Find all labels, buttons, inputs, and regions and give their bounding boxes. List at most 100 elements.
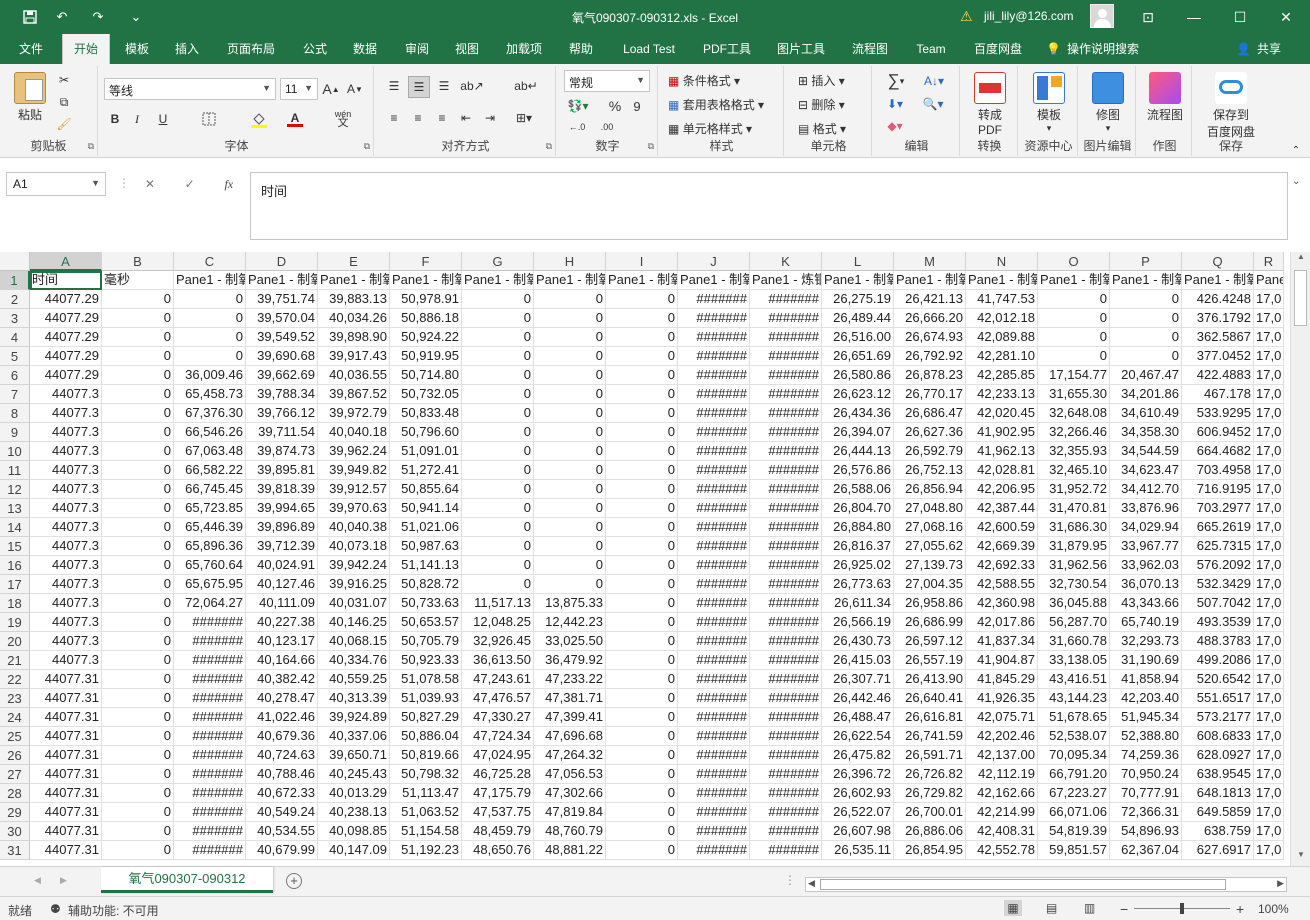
data-cell[interactable]: 0	[462, 385, 534, 404]
data-cell[interactable]: 42,552.78	[966, 841, 1038, 860]
data-cell[interactable]: 48,760.79	[534, 822, 606, 841]
data-cell[interactable]: 0	[102, 556, 174, 575]
data-cell[interactable]: 0	[462, 423, 534, 442]
data-cell[interactable]: 17,0	[1254, 537, 1284, 556]
data-cell[interactable]: 499.2086	[1182, 651, 1254, 670]
data-cell[interactable]: 34,029.94	[1110, 518, 1182, 537]
data-cell[interactable]: 44077.3	[30, 594, 102, 613]
data-cell[interactable]: 26,275.19	[822, 290, 894, 309]
column-header-q[interactable]: Q	[1182, 252, 1254, 271]
spreadsheet-grid[interactable]: A B C D E F G H I J K L M N O P Q R 1 时间 毫秒 Pane1 - 制氧 Pane1 -…	[0, 252, 1290, 866]
data-cell[interactable]: 40,013.29	[318, 784, 390, 803]
data-cell[interactable]: 44077.3	[30, 404, 102, 423]
find-select-icon[interactable]: 🔍▾	[918, 94, 948, 114]
data-cell[interactable]: 13,875.33	[534, 594, 606, 613]
data-cell[interactable]: 39,690.68	[246, 347, 318, 366]
data-cell[interactable]: 40,679.99	[246, 841, 318, 860]
increase-decimal-button[interactable]: ←.0	[564, 118, 590, 136]
data-cell[interactable]: 70,095.34	[1038, 746, 1110, 765]
data-cell[interactable]: 33,876.96	[1110, 499, 1182, 518]
accounting-format-icon[interactable]: 💱▾	[564, 96, 592, 116]
data-cell[interactable]: 41,962.13	[966, 442, 1038, 461]
data-cell[interactable]: 39,751.74	[246, 290, 318, 309]
data-cell[interactable]: 42,588.55	[966, 575, 1038, 594]
data-cell[interactable]: 47,476.57	[462, 689, 534, 708]
data-cell[interactable]: 26,580.86	[822, 366, 894, 385]
data-cell[interactable]: 17,0	[1254, 784, 1284, 803]
data-cell[interactable]: 50,653.57	[390, 613, 462, 632]
data-cell[interactable]: 47,819.84	[534, 803, 606, 822]
data-cell[interactable]: 26,396.72	[822, 765, 894, 784]
next-sheet-icon[interactable]: ▶	[60, 875, 67, 886]
vertical-scroll-thumb[interactable]	[1294, 270, 1307, 326]
column-header-g[interactable]: G	[462, 252, 534, 271]
align-center-icon[interactable]: ≡	[408, 108, 428, 128]
column-header-l[interactable]: L	[822, 252, 894, 271]
data-cell[interactable]: 40,334.76	[318, 651, 390, 670]
data-cell[interactable]: 44077.3	[30, 423, 102, 442]
data-cell[interactable]: #######	[678, 613, 750, 632]
row-header[interactable]: 20	[0, 632, 30, 651]
data-cell[interactable]: 32,465.10	[1038, 461, 1110, 480]
data-cell[interactable]: 39,662.69	[246, 366, 318, 385]
data-cell[interactable]: 26,816.37	[822, 537, 894, 556]
data-cell[interactable]: 0	[102, 727, 174, 746]
data-cell[interactable]: 42,360.98	[966, 594, 1038, 613]
data-cell[interactable]: 40,382.42	[246, 670, 318, 689]
data-cell[interactable]: 50,796.60	[390, 423, 462, 442]
data-cell[interactable]: #######	[750, 556, 822, 575]
decrease-decimal-button[interactable]: .00	[594, 118, 620, 136]
data-cell[interactable]: 42,028.81	[966, 461, 1038, 480]
data-cell[interactable]: 42,017.86	[966, 613, 1038, 632]
data-cell[interactable]: #######	[678, 404, 750, 423]
data-cell[interactable]: 0	[606, 575, 678, 594]
bottom-align-icon[interactable]: ☰	[434, 76, 454, 96]
cancel-icon[interactable]: ✕	[145, 177, 155, 191]
data-cell[interactable]: 0	[102, 385, 174, 404]
data-cell[interactable]: 39,874.73	[246, 442, 318, 461]
middle-align-icon[interactable]: ☰	[408, 76, 430, 98]
data-cell[interactable]: 40,679.36	[246, 727, 318, 746]
data-cell[interactable]: 50,733.63	[390, 594, 462, 613]
data-cell[interactable]: 51,272.41	[390, 461, 462, 480]
data-cell[interactable]: 65,760.64	[174, 556, 246, 575]
data-cell[interactable]: #######	[750, 518, 822, 537]
data-cell[interactable]: 467.178	[1182, 385, 1254, 404]
data-cell[interactable]: 0	[534, 309, 606, 328]
data-cell[interactable]: 32,730.54	[1038, 575, 1110, 594]
data-cell[interactable]: 39,896.89	[246, 518, 318, 537]
data-cell[interactable]: 0	[606, 499, 678, 518]
data-cell[interactable]: 26,792.92	[894, 347, 966, 366]
data-cell[interactable]: 44077.31	[30, 841, 102, 860]
header-cell[interactable]: Pane1 - 制氧	[606, 271, 678, 290]
data-cell[interactable]: 0	[606, 556, 678, 575]
data-cell[interactable]: 34,610.49	[1110, 404, 1182, 423]
data-cell[interactable]: 0	[534, 442, 606, 461]
data-cell[interactable]: 573.2177	[1182, 708, 1254, 727]
data-cell[interactable]: 0	[606, 461, 678, 480]
data-cell[interactable]: #######	[678, 347, 750, 366]
horizontal-scrollbar[interactable]: ◀ ▶	[805, 877, 1287, 892]
font-color-icon[interactable]: A	[284, 108, 306, 130]
add-sheet-icon[interactable]: +	[286, 873, 302, 889]
data-cell[interactable]: #######	[750, 480, 822, 499]
data-cell[interactable]: #######	[750, 727, 822, 746]
row-header[interactable]: 31	[0, 841, 30, 860]
data-cell[interactable]: 40,549.24	[246, 803, 318, 822]
data-cell[interactable]: 40,127.46	[246, 575, 318, 594]
data-cell[interactable]: 0	[534, 290, 606, 309]
data-cell[interactable]: 40,036.55	[318, 366, 390, 385]
row-header[interactable]: 8	[0, 404, 30, 423]
tab-pdf-tools[interactable]: PDF工具	[696, 34, 758, 64]
warning-icon[interactable]: ⚠	[960, 8, 973, 25]
data-cell[interactable]: #######	[750, 461, 822, 480]
data-cell[interactable]: 0	[462, 328, 534, 347]
data-cell[interactable]: 44077.3	[30, 518, 102, 537]
data-cell[interactable]: 42,020.45	[966, 404, 1038, 423]
data-cell[interactable]: 47,056.53	[534, 765, 606, 784]
data-cell[interactable]: 33,025.50	[534, 632, 606, 651]
row-header[interactable]: 25	[0, 727, 30, 746]
data-cell[interactable]: 26,686.99	[894, 613, 966, 632]
header-cell[interactable]: Pane1 - 制氧	[1182, 271, 1254, 290]
column-header-i[interactable]: I	[606, 252, 678, 271]
